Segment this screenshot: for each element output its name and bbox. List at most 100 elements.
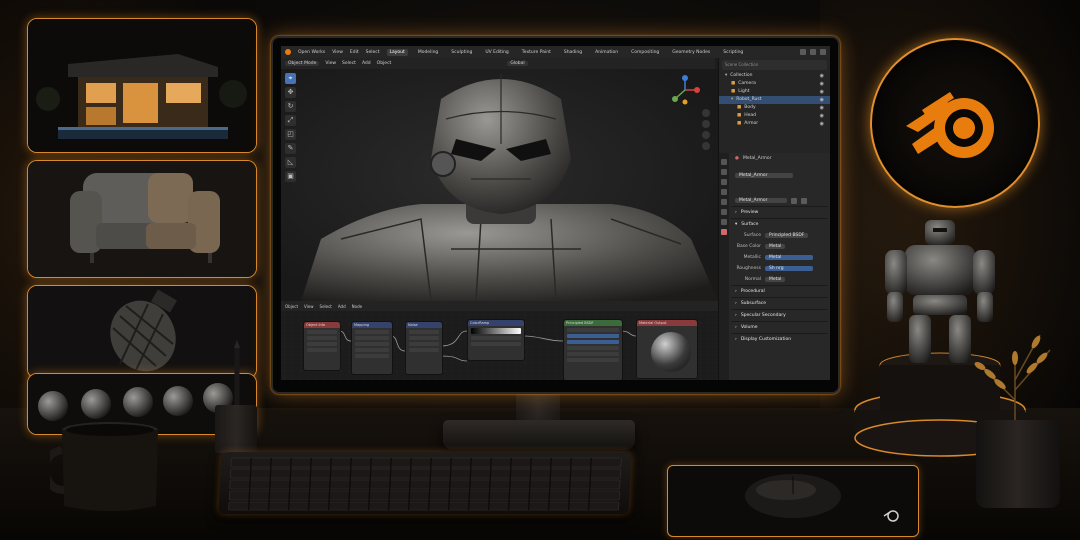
roughness-row[interactable]: Roughness Sh nrg <box>731 263 828 274</box>
viewport-menu-select[interactable]: Select <box>342 61 356 66</box>
pan-icon[interactable] <box>702 120 710 128</box>
tab-sculpting[interactable]: Sculpting <box>448 49 475 56</box>
outliner-item-robot[interactable]: ▾ Robot_Rust ◉ <box>719 96 830 104</box>
monitor: Open Works View Edit Select Layout Model… <box>271 36 840 394</box>
visibility-eye-icon[interactable]: ◉ <box>820 104 824 112</box>
object-mode-dropdown[interactable]: Object Mode <box>285 61 320 66</box>
tab-uv-editing[interactable]: UV Editing <box>482 49 511 56</box>
node-colorramp[interactable]: ColorRamp <box>467 319 525 361</box>
outliner-item-head[interactable]: ■ Head ◉ <box>719 112 830 120</box>
tab-geometry-nodes[interactable]: Geometry Nodes <box>669 49 713 56</box>
perspective-toggle-icon[interactable] <box>702 142 710 150</box>
visibility-eye-icon[interactable]: ◉ <box>820 80 824 88</box>
blender-menu-icon[interactable] <box>285 49 291 55</box>
node-mapping[interactable]: Mapping <box>351 321 393 375</box>
house-render-panel <box>27 18 257 153</box>
scene-tab-icon[interactable] <box>721 189 727 195</box>
node-editor-type[interactable]: Object <box>285 304 298 309</box>
add-cube-icon[interactable]: ▣ <box>285 171 296 182</box>
settings-icon[interactable] <box>820 49 826 55</box>
annotate-icon[interactable]: ✎ <box>285 143 296 154</box>
output-tab-icon[interactable] <box>721 179 727 185</box>
keyboard[interactable] <box>218 452 632 514</box>
material-datablock[interactable]: Metal_Armor <box>731 195 828 206</box>
transform-orientation-dropdown[interactable]: Global <box>507 61 528 66</box>
tab-texture-paint[interactable]: Texture Paint <box>519 49 554 56</box>
outliner-item-collection[interactable]: ▾ Collection ◉ <box>719 72 830 80</box>
material-slot-row[interactable]: ● Metal_Armor <box>731 153 828 164</box>
modifier-tab-icon[interactable] <box>721 219 727 225</box>
outliner-search-input[interactable]: Scene Collection <box>722 60 827 70</box>
node-object-info[interactable]: Object Info <box>303 321 341 371</box>
viewport-menu-add[interactable]: Add <box>362 61 371 66</box>
navigation-gizmo[interactable] <box>670 75 700 105</box>
plant-pot <box>976 420 1060 508</box>
node-material-output[interactable]: Material Output <box>636 319 698 379</box>
tab-modeling[interactable]: Modeling <box>415 49 441 56</box>
tab-animation[interactable]: Animation <box>592 49 621 56</box>
outliner-item-camera[interactable]: ■ Camera ◉ <box>719 80 830 88</box>
move-icon[interactable]: ✥ <box>285 87 296 98</box>
tool-tab-icon[interactable] <box>721 159 727 165</box>
menu-select[interactable]: Select <box>366 50 380 55</box>
outliner-item-body[interactable]: ■ Body ◉ <box>719 104 830 112</box>
viewport-header: Object Mode View Select Add Object Globa… <box>281 58 715 69</box>
node-noise[interactable]: Noise <box>405 321 443 375</box>
viewport-menu-object[interactable]: Object <box>377 61 392 66</box>
tab-layout[interactable]: Layout <box>386 48 408 56</box>
section-procedural[interactable]: › Procedural <box>731 285 828 297</box>
node-menu-add[interactable]: Add <box>338 304 346 309</box>
node-editor[interactable]: Object Info Mapping Noise ColorRamp Prin… <box>281 311 718 380</box>
section-volume[interactable]: › Volume <box>731 321 828 333</box>
outliner-item-armor[interactable]: ■ Armor ◉ <box>719 120 830 128</box>
material-list[interactable]: Metal_Armor <box>731 170 828 181</box>
zoom-icon[interactable] <box>702 109 710 117</box>
node-principled-bsdf[interactable]: Principled BSDF <box>563 319 623 380</box>
blender-window[interactable]: Open Works View Edit Select Layout Model… <box>281 46 830 380</box>
menu-edit[interactable]: Edit <box>350 50 359 55</box>
tab-shading[interactable]: Shading <box>561 49 585 56</box>
visibility-eye-icon[interactable]: ◉ <box>820 96 824 104</box>
base-color-row[interactable]: Base Color Metal <box>731 241 828 252</box>
visibility-eye-icon[interactable]: ◉ <box>820 72 824 80</box>
section-surface[interactable]: ▾ Surface <box>731 218 828 230</box>
menu-view[interactable]: View <box>332 50 343 55</box>
computer-mouse[interactable] <box>738 468 848 528</box>
section-display[interactable]: › Display Customization <box>731 333 828 345</box>
node-menu-node[interactable]: Node <box>352 304 362 309</box>
section-specular[interactable]: › Specular Secondary <box>731 309 828 321</box>
camera-view-icon[interactable] <box>702 131 710 139</box>
scene-icon[interactable] <box>800 49 806 55</box>
tab-scripting[interactable]: Scripting <box>720 49 746 56</box>
fake-user-icon[interactable] <box>791 197 797 204</box>
tab-compositing[interactable]: Compositing <box>628 49 662 56</box>
unlink-icon[interactable] <box>801 197 807 204</box>
measure-icon[interactable]: ◺ <box>285 157 296 168</box>
transform-icon[interactable]: ◰ <box>285 129 296 140</box>
scale-icon[interactable]: ⤢ <box>285 115 296 126</box>
rotate-icon[interactable]: ↻ <box>285 101 296 112</box>
normal-row[interactable]: Normal Metal <box>731 274 828 285</box>
section-preview[interactable]: › Preview <box>731 206 828 218</box>
cursor-icon[interactable]: ⌖ <box>285 73 296 84</box>
menu-file[interactable]: Open Works <box>298 50 325 55</box>
node-menu-select[interactable]: Select <box>320 304 332 309</box>
visibility-eye-icon[interactable]: ◉ <box>820 120 824 128</box>
material-preview-sphere <box>651 332 691 372</box>
render-tab-icon[interactable] <box>721 169 727 175</box>
armchair-render-panel <box>27 160 257 278</box>
keyboard-keys <box>228 457 622 511</box>
visibility-eye-icon[interactable]: ◉ <box>820 112 824 120</box>
node-menu-view[interactable]: View <box>304 304 314 309</box>
viewport-menu-view[interactable]: View <box>325 61 336 66</box>
world-tab-icon[interactable] <box>721 199 727 205</box>
view-layer-icon[interactable] <box>810 49 816 55</box>
material-tab-icon[interactable] <box>721 229 727 235</box>
visibility-eye-icon[interactable]: ◉ <box>820 88 824 96</box>
section-subsurface[interactable]: › Subsurface <box>731 297 828 309</box>
object-tab-icon[interactable] <box>721 209 727 215</box>
outliner-item-light[interactable]: ■ Light ◉ <box>719 88 830 96</box>
3d-viewport[interactable]: ⌖ ✥ ↻ ⤢ ◰ ✎ ◺ ▣ <box>281 69 718 301</box>
metallic-row[interactable]: Metallic Metal <box>731 252 828 263</box>
surface-shader-row[interactable]: Surface Principled BSDF <box>731 230 828 241</box>
